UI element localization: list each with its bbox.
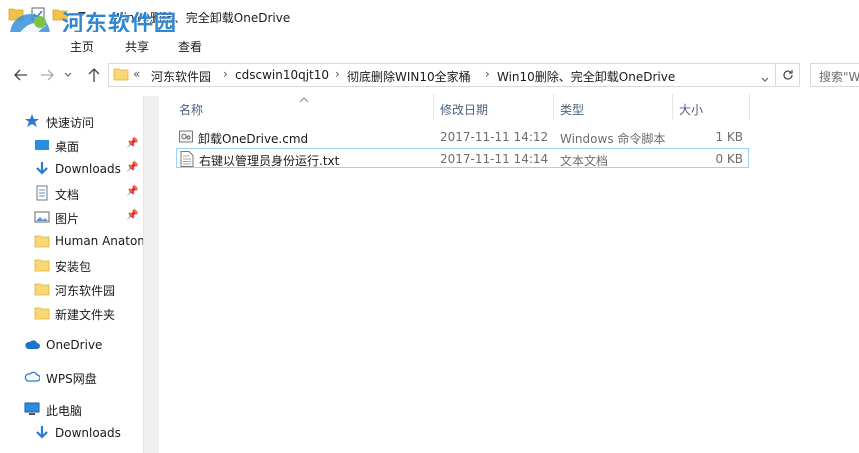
sidebar-item-this-pc[interactable]: 此电脑 [0,398,143,420]
folder-app-icon [8,6,24,22]
sidebar-item-human-anatomy[interactable]: Human Anatomy [0,230,143,252]
search-input[interactable]: 搜索"Wi [810,63,859,87]
cloud-outline-icon [24,371,40,382]
window-title: Win10删除、完全卸载OneDrive [112,11,291,25]
ribbon: 主页 共享 查看 [0,32,859,58]
folder-icon [34,283,50,296]
refresh-icon [782,70,793,80]
breadcrumb-overflow[interactable]: « [133,67,140,81]
table-row[interactable]: 右键以管理员身份运行.txt 2017-11-11 14:14 文本文档 0 K… [176,148,749,168]
column-header-label: 名称 [179,103,204,117]
sidebar-item-documents[interactable]: 文档 📌 [0,182,143,204]
pictures-icon [34,211,50,223]
breadcrumb-item[interactable]: Win10删除、完全卸载OneDrive [497,68,675,85]
sidebar-item-quick-access[interactable]: 快速访问 [0,110,143,132]
sidebar-item-downloads[interactable]: Downloads 📌 [0,158,143,180]
cloud-icon [25,340,40,349]
navigation-scrollbar[interactable] [143,96,159,453]
address-dropdown-icon[interactable] [761,72,769,86]
folder-icon [34,259,50,272]
breadcrumb-item[interactable]: cdscwin10qjt10 [235,68,329,82]
sidebar-item-new-folder[interactable]: 新建文件夹 [0,302,143,324]
cmd-file-icon [179,130,193,143]
sidebar-item-label: 此电脑 [46,404,83,418]
sidebar-item-label: Human Anatomy [55,234,143,248]
tab-share[interactable]: 共享 [125,38,149,55]
file-list: 名称 修改日期 类型 大小 卸载OneDrive.cmd 2017-11-11 … [159,92,859,453]
folder-icon [113,67,129,84]
sidebar-item-label: 桌面 [55,140,80,154]
customize-toolbar-icon[interactable] [74,6,90,22]
desktop-icon [35,140,49,150]
column-header-name[interactable]: 名称 [176,94,434,122]
chevron-right-icon[interactable]: › [485,67,490,81]
file-size: 0 KB [715,152,743,166]
pin-icon[interactable]: 📌 [126,162,138,173]
sidebar-item-label: 文档 [55,188,80,202]
column-header-label: 修改日期 [440,103,489,117]
sidebar-item-label: OneDrive [46,338,103,352]
sidebar-item-label: 快速访问 [46,116,95,130]
sidebar-item-label: Downloads [55,426,121,440]
table-row[interactable]: 卸载OneDrive.cmd 2017-11-11 14:12 Windows … [176,127,749,147]
properties-icon[interactable] [30,6,46,22]
download-arrow-icon [36,426,48,439]
computer-icon [24,402,40,415]
file-type: Windows 命令脚本 [560,132,666,146]
sidebar-item-hedong[interactable]: 河东软件园 [0,278,143,300]
column-header-size[interactable]: 大小 [673,94,749,122]
back-arrow-icon[interactable] [12,66,30,84]
sidebar-item-desktop[interactable]: 桌面 📌 [0,134,143,156]
file-type: 文本文档 [560,154,609,168]
sidebar-item-label: 河东软件园 [55,284,116,298]
text-file-icon [180,151,194,167]
folder-icon [34,307,50,320]
sidebar-item-wps[interactable]: WPS网盘 [0,366,143,388]
tab-home[interactable]: 主页 [70,38,94,55]
file-size: 1 KB [715,130,743,144]
file-date: 2017-11-11 14:14 [440,152,549,166]
new-folder-icon[interactable] [52,6,68,22]
folder-icon [34,235,50,248]
column-header-type[interactable]: 类型 [554,94,672,122]
column-divider[interactable] [749,94,750,120]
sidebar-item-pc-downloads[interactable]: Downloads [0,422,143,444]
sidebar-item-label: 图片 [55,212,80,226]
sidebar-item-label: WPS网盘 [46,372,97,386]
chevron-right-icon[interactable]: › [223,67,228,81]
forward-arrow-icon[interactable] [38,66,56,84]
breadcrumb-item[interactable]: 彻底删除WIN10全家桶 [347,68,471,85]
recent-locations-chevron-icon[interactable] [62,66,74,84]
pin-icon[interactable]: 📌 [126,210,138,221]
navigation-pane: 快速访问 桌面 📌 Downloads 📌 文档 📌 图片 📌 Human An… [0,96,143,453]
search-placeholder: 搜索"Wi [819,70,859,84]
column-header-date[interactable]: 修改日期 [434,94,553,122]
address-bar[interactable]: « 河东软件园 › cdscwin10qjt10 › 彻底删除WIN10全家桶 … [108,63,776,87]
file-date: 2017-11-11 14:12 [440,130,549,144]
up-arrow-icon[interactable] [85,66,103,84]
chevron-right-icon[interactable]: › [335,67,340,81]
breadcrumb-item[interactable]: 河东软件园 [151,68,211,85]
column-header-label: 大小 [679,103,704,117]
title-bar: Win10删除、完全卸载OneDrive [0,0,859,32]
file-name: 卸载OneDrive.cmd [198,132,309,146]
sidebar-item-label: 安装包 [55,260,92,274]
sidebar-item-label: 新建文件夹 [55,308,116,322]
star-icon [25,114,39,127]
file-name: 右键以管理员身份运行.txt [199,154,340,168]
column-header-label: 类型 [560,103,585,117]
sidebar-item-install-packages[interactable]: 安装包 [0,254,143,276]
sidebar-item-pictures[interactable]: 图片 📌 [0,206,143,228]
refresh-button[interactable] [776,63,800,87]
document-icon [36,185,48,201]
download-arrow-icon [36,162,48,175]
sidebar-item-onedrive[interactable]: OneDrive [0,334,143,356]
sidebar-item-label: Downloads [55,162,121,176]
tab-view[interactable]: 查看 [178,38,202,55]
pin-icon[interactable]: 📌 [126,186,138,197]
pin-icon[interactable]: 📌 [126,138,138,149]
